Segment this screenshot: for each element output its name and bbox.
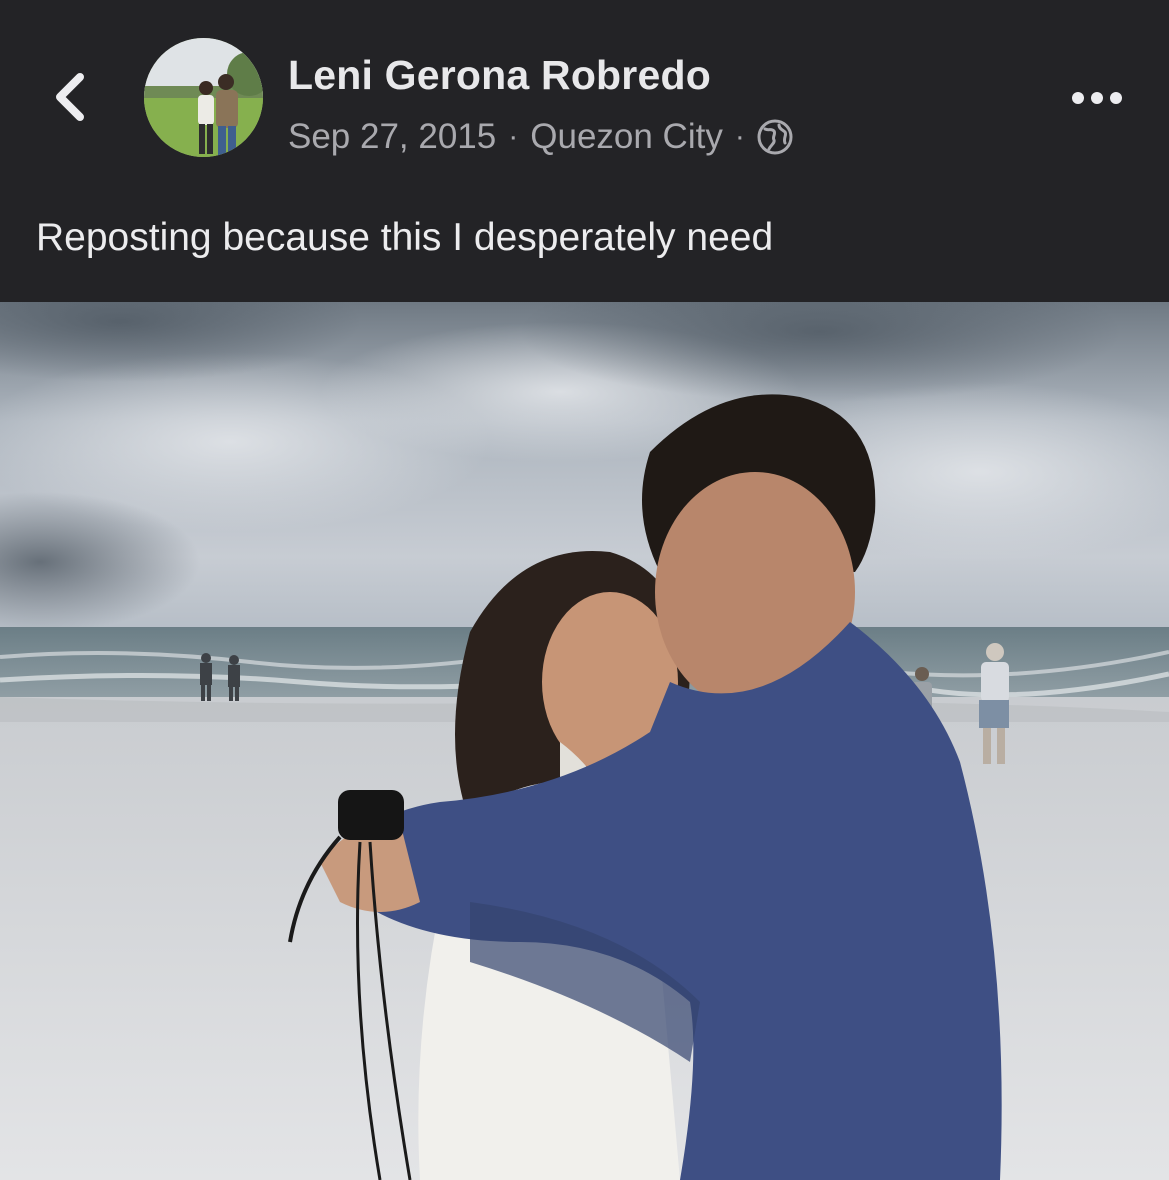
post-location[interactable]: Quezon City <box>530 117 723 157</box>
author-name[interactable]: Leni Gerona Robredo <box>288 52 711 99</box>
globe-icon <box>757 119 793 155</box>
chevron-left-icon <box>56 73 84 121</box>
post-header: Leni Gerona Robredo Sep 27, 2015 · Quezo… <box>0 0 1169 302</box>
post-photo[interactable] <box>0 302 1169 1180</box>
post-view: Leni Gerona Robredo Sep 27, 2015 · Quezo… <box>0 0 1169 1180</box>
post-text: Reposting because this I desperately nee… <box>36 216 774 259</box>
beach-photo <box>0 302 1169 1180</box>
post-date[interactable]: Sep 27, 2015 <box>288 117 496 157</box>
more-options-button[interactable] <box>1062 78 1132 118</box>
avatar[interactable] <box>144 38 263 157</box>
post-meta: Sep 27, 2015 · Quezon City · <box>288 114 793 160</box>
avatar-image <box>144 38 263 157</box>
meta-separator: · <box>734 120 745 153</box>
meta-separator: · <box>508 120 519 153</box>
more-horizontal-icon <box>1072 92 1122 104</box>
back-button[interactable] <box>38 62 102 132</box>
